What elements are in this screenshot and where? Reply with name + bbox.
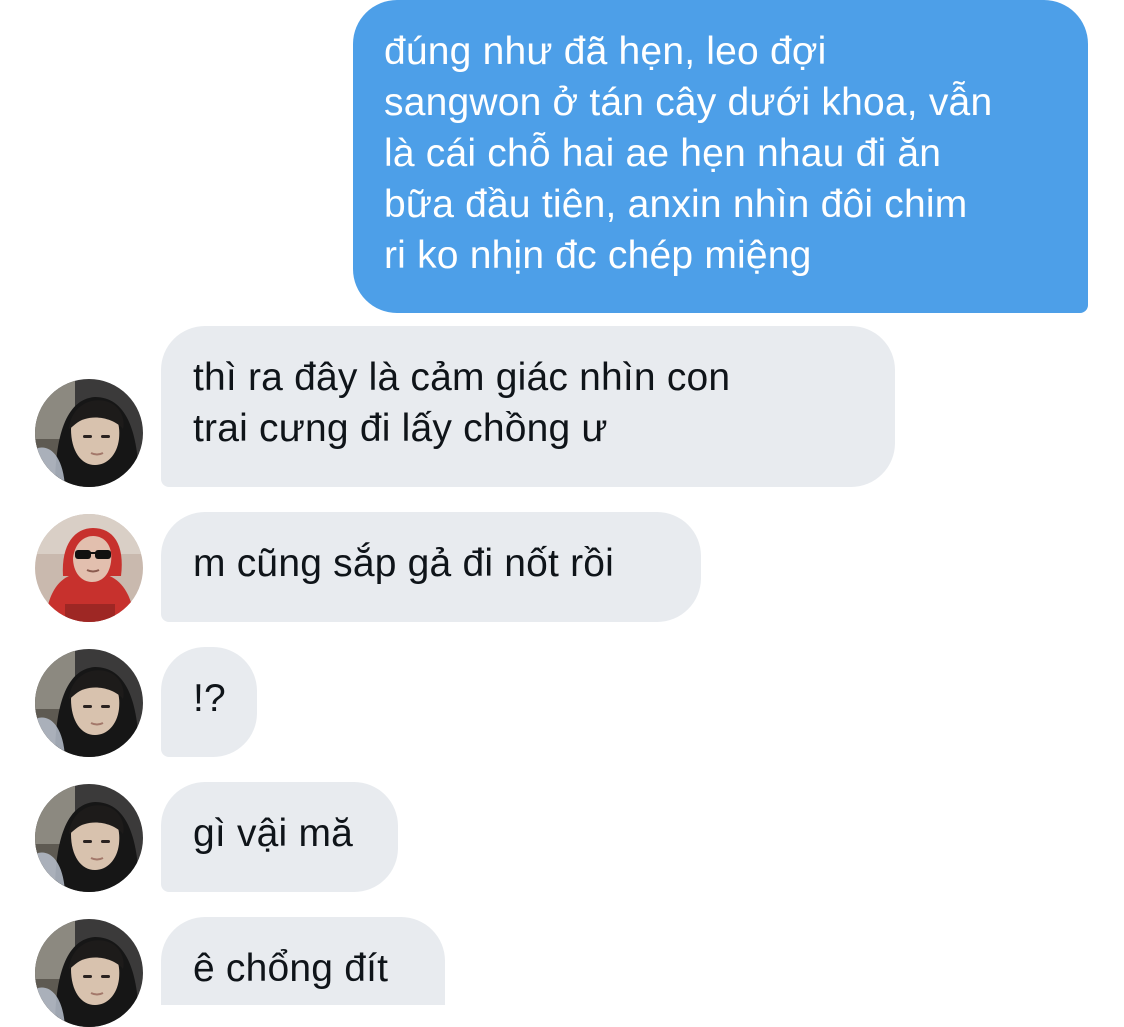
message-bubble-incoming[interactable]: ê chổng đít — [161, 917, 445, 1005]
message-bubble-outgoing[interactable]: đúng như đã hẹn, leo đợi sangwon ở tán c… — [353, 0, 1088, 313]
avatar-hooded-dark[interactable] — [35, 379, 143, 487]
avatar-hooded-dark[interactable] — [35, 649, 143, 757]
message-bubble-incoming[interactable]: gì vậi mă — [161, 782, 398, 892]
avatar-hooded-dark[interactable] — [35, 919, 143, 1027]
avatar-image — [35, 649, 143, 757]
message-bubble-incoming[interactable]: !? — [161, 647, 257, 757]
avatar-image — [35, 784, 143, 892]
avatar-hooded-dark[interactable] — [35, 784, 143, 892]
message-bubble-incoming[interactable]: thì ra đây là cảm giác nhìn con trai cưn… — [161, 326, 895, 487]
avatar-red-hoodie-sunglasses[interactable] — [35, 514, 143, 622]
message-bubble-incoming[interactable]: m cũng sắp gả đi nốt rồi — [161, 512, 701, 622]
avatar-image — [35, 919, 143, 1027]
avatar-image — [35, 514, 143, 622]
chat-thread: đúng như đã hẹn, leo đợi sangwon ở tán c… — [0, 0, 1124, 1027]
avatar-image — [35, 379, 143, 487]
